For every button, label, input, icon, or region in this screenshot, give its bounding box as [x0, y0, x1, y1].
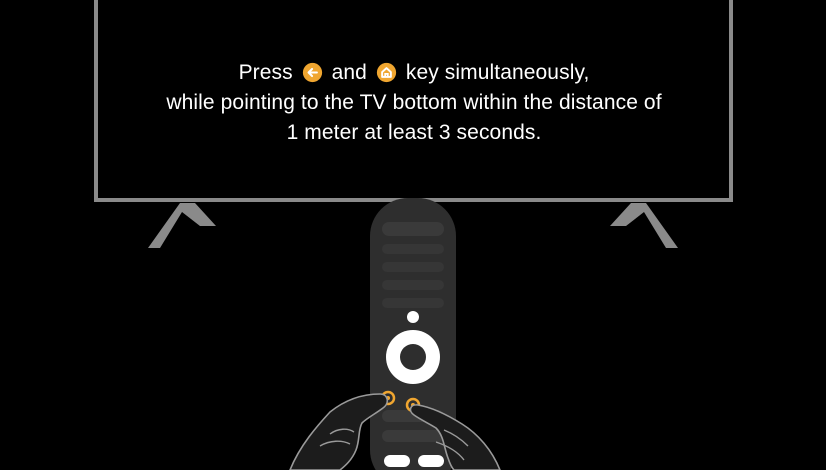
- dpad-center: [400, 344, 426, 370]
- and-word: and: [331, 61, 367, 84]
- home-icon: [376, 62, 397, 83]
- back-arrow-icon: [302, 62, 322, 83]
- remote-button-left: [384, 455, 410, 467]
- instruction-line-3: 1 meter at least 3 seconds.: [286, 121, 542, 144]
- remote-button-right: [418, 455, 444, 467]
- tv-stand-right: [610, 203, 678, 248]
- instruction-line-2: while pointing to the TV bottom within t…: [166, 91, 662, 114]
- instruction-line-1: Press and key simultaneously,: [96, 58, 732, 88]
- indicator-dot: [407, 311, 419, 323]
- tv-stand-left: [148, 203, 216, 248]
- instruction-text: Press and key simultaneously, while poin…: [96, 58, 732, 148]
- line1-rest: key simultaneously,: [405, 61, 590, 84]
- press-word: Press: [238, 61, 293, 84]
- tutorial-screen: Press and key simultaneously, while poin…: [0, 0, 826, 470]
